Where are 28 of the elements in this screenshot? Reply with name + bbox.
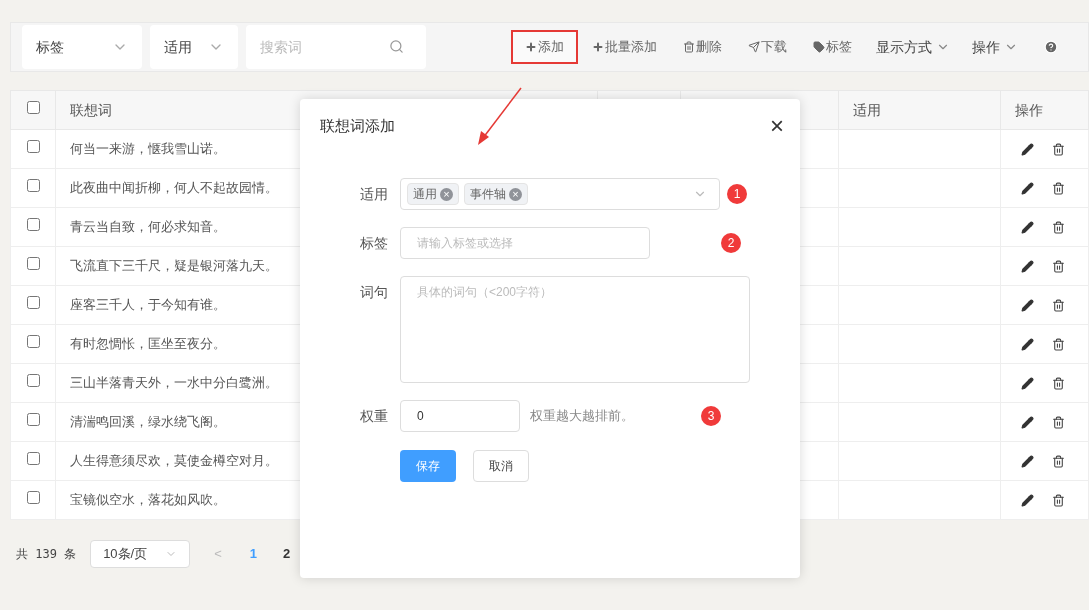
dropdown-button[interactable]: 操作	[962, 30, 1028, 64]
page-size-select[interactable]: 10条/页	[90, 540, 191, 568]
field-label: 适用	[359, 185, 389, 204]
total-count: 共 139 条	[16, 546, 77, 563]
toolbar-button[interactable]: 删除	[671, 30, 734, 64]
number-badge: 3	[701, 406, 721, 426]
dropdown-button[interactable]: 显示方式	[866, 30, 960, 64]
page-button[interactable]: 2	[282, 544, 291, 564]
tag-chip-label: 事件轴	[470, 186, 506, 203]
toolbar-button[interactable]: 添加	[511, 30, 578, 64]
number-badge: 1	[727, 184, 747, 204]
close-button[interactable]: ×	[770, 114, 784, 138]
filter-select[interactable]: 适用	[150, 25, 238, 69]
text-area[interactable]: 具体的词句（<200字符）	[400, 276, 750, 383]
input-field[interactable]: 请输入标签或选择	[400, 227, 650, 259]
column-header: 操作	[1000, 90, 1089, 130]
filter-select[interactable]: 标签	[22, 25, 142, 69]
field-label: 词句	[359, 283, 389, 302]
toolbar-button[interactable]: 标签	[801, 30, 864, 64]
search-field[interactable]: 搜索词	[246, 25, 426, 69]
number-field[interactable]: 0	[400, 400, 520, 432]
cancel-button[interactable]: 取消	[473, 450, 529, 482]
field-label: 权重	[359, 407, 389, 426]
tag-chip-label: 通用	[413, 186, 437, 203]
toolbar-button[interactable]: 批量添加	[580, 30, 669, 64]
toolbar-button[interactable]: 下载	[736, 30, 799, 64]
column-header: 适用	[838, 90, 1001, 130]
number-badge: 2	[721, 233, 741, 253]
